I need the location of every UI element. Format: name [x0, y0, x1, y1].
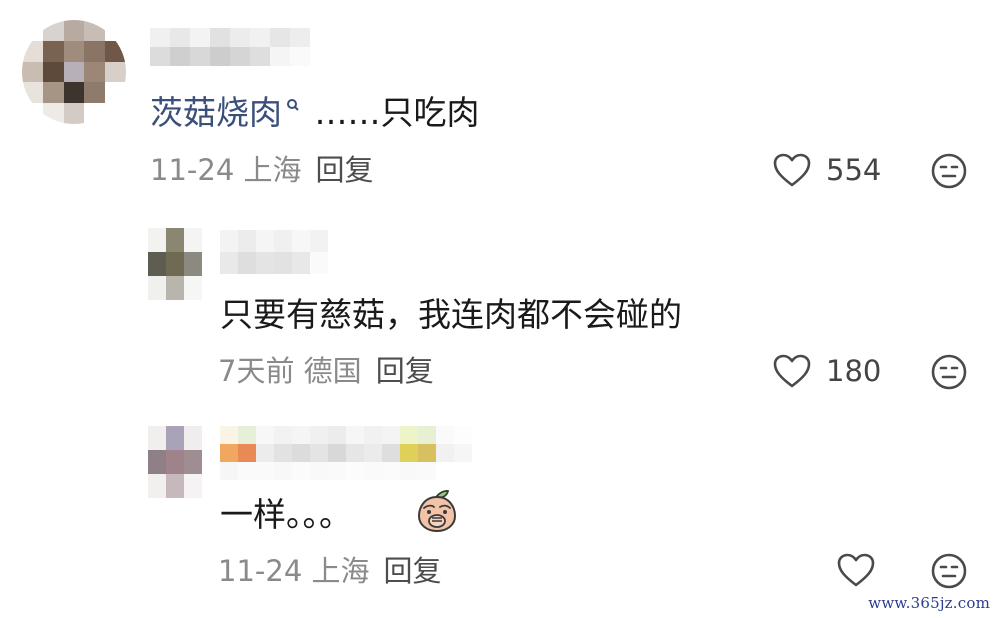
meh-face-icon[interactable] — [930, 353, 968, 391]
comment-body: 只要有慈菇，我连肉都不会碰的 — [220, 295, 682, 334]
comment-location: 上海 — [243, 153, 302, 187]
watermark: www.365jz.com — [868, 594, 990, 612]
avatar[interactable] — [148, 228, 202, 300]
comment-date: 11-24 — [218, 554, 303, 588]
username-blurred[interactable] — [150, 28, 310, 66]
comment-body: ……只吃肉 — [304, 93, 480, 132]
heart-icon[interactable] — [772, 152, 812, 188]
heart-icon[interactable] — [772, 353, 812, 389]
like-count: 180 — [826, 354, 882, 388]
reply-button[interactable]: 回复 — [384, 554, 442, 588]
comment-text: 茨菇烧肉 ……只吃肉 — [150, 96, 480, 129]
comment-date: 7天前 — [218, 354, 295, 388]
reply-button[interactable]: 回复 — [316, 153, 374, 187]
comment-location: 德国 — [303, 354, 362, 388]
avatar[interactable] — [22, 20, 126, 124]
comment-meta: 7天前 德国 回复 — [218, 357, 434, 386]
peach-emoji-icon — [414, 488, 460, 534]
search-icon — [286, 98, 300, 114]
comment-text: 一样。。。 — [220, 498, 352, 531]
meh-face-icon[interactable] — [930, 152, 968, 190]
comment-location: 上海 — [311, 554, 370, 588]
like-count: 554 — [826, 153, 882, 187]
meh-face-icon[interactable] — [930, 552, 968, 590]
comment-meta: 11-24 上海 回复 — [150, 156, 374, 185]
username-blurred[interactable] — [220, 426, 472, 480]
mention-link[interactable]: 茨菇烧肉 — [150, 93, 282, 132]
comment-date: 11-24 — [150, 153, 235, 187]
comment-meta: 11-24 上海 回复 — [218, 557, 442, 586]
heart-icon[interactable] — [836, 552, 876, 588]
avatar[interactable] — [148, 426, 202, 498]
comment-body: 一样。。。 — [220, 495, 352, 534]
username-blurred[interactable] — [220, 230, 328, 274]
reply-button[interactable]: 回复 — [376, 354, 434, 388]
